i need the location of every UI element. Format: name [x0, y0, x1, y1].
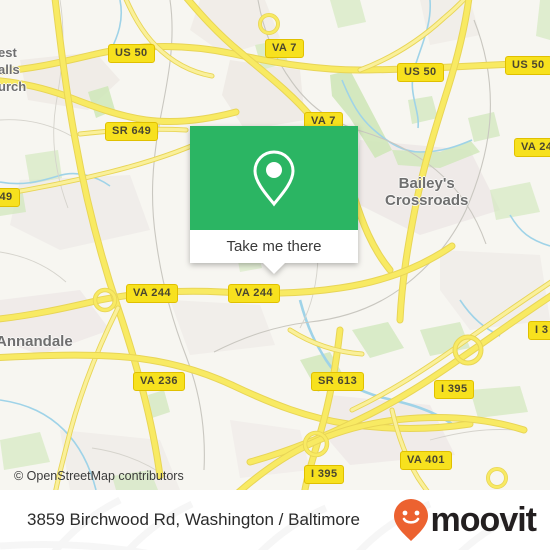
road-shield: VA 401 [400, 451, 452, 470]
moovit-smiley-pin-icon [393, 499, 428, 541]
destination-callout-card[interactable]: Take me there [190, 126, 358, 274]
callout-cta-panel[interactable]: Take me there [190, 230, 358, 263]
road-shield: VA 244 [228, 284, 280, 303]
take-me-there-label: Take me there [226, 238, 322, 255]
location-pin-icon [253, 150, 295, 207]
road-shield: I 3 [528, 321, 550, 340]
moovit-wordmark: moovit [430, 501, 537, 539]
map-canvas[interactable]: .w { fill:none; stroke:#9fd3e8; stroke-w… [0, 0, 550, 490]
road-shield: VA 236 [133, 372, 185, 391]
osm-attribution: © OpenStreetMap contributors [14, 469, 184, 483]
address-label: 3859 Birchwood Rd, Washington / Baltimor… [27, 510, 360, 529]
road-shield: US 50 [505, 56, 550, 75]
callout-pointer [263, 263, 285, 274]
road-shield: I 395 [304, 465, 345, 484]
road-shield: VA 244 [514, 138, 550, 157]
road-shield: SR 613 [311, 372, 365, 391]
road-shield: US 50 [397, 63, 444, 82]
footer-bar: 3859 Birchwood Rd, Washington / Baltimor… [0, 490, 550, 550]
road-shield: I 395 [434, 380, 475, 399]
callout-icon-panel [190, 126, 358, 230]
place-label: Annandale [0, 333, 73, 350]
moovit-logo: moovit [393, 498, 537, 542]
place-label: est alls urch [0, 45, 27, 94]
road-shield: 649 [0, 188, 20, 207]
road-shield: US 50 [108, 44, 155, 63]
screenshot-root: .w { fill:none; stroke:#9fd3e8; stroke-w… [0, 0, 550, 550]
road-shield: VA 7 [265, 39, 304, 58]
road-shield: VA 244 [126, 284, 178, 303]
place-label: Bailey's Crossroads [385, 175, 469, 209]
road-shield: SR 649 [105, 122, 159, 141]
